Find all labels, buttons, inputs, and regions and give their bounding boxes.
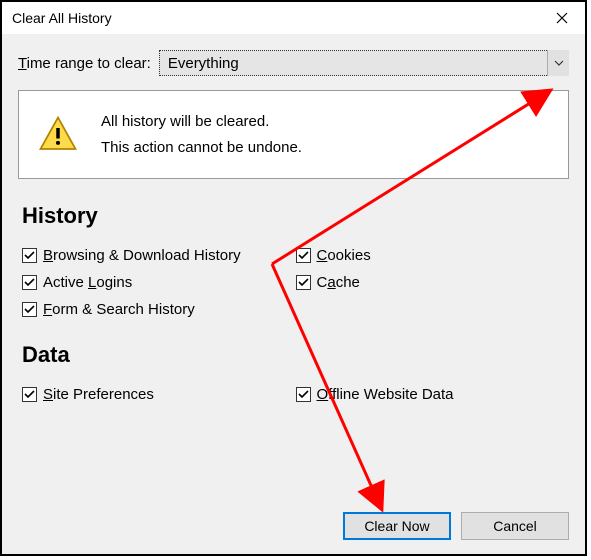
- checkbox-label: Browsing & Download History: [43, 247, 241, 264]
- warning-box: All history will be cleared. This action…: [18, 90, 569, 179]
- warning-icon: [37, 114, 79, 156]
- time-range-row: Time range to clear: Everything: [18, 50, 569, 76]
- checkbox-icon: [296, 275, 311, 290]
- checkbox-label: Form & Search History: [43, 301, 195, 318]
- close-button[interactable]: [539, 2, 585, 34]
- warning-line1: All history will be cleared.: [101, 109, 302, 135]
- history-grid: Browsing & Download History Cookies Acti…: [22, 247, 569, 318]
- checkbox-icon: [22, 387, 37, 402]
- checkbox-browsing-history[interactable]: Browsing & Download History: [22, 247, 296, 264]
- close-icon: [556, 12, 568, 24]
- time-range-select[interactable]: Everything: [159, 50, 569, 76]
- section-heading-history: History: [22, 203, 569, 229]
- checkbox-icon: [22, 275, 37, 290]
- cancel-button[interactable]: Cancel: [461, 512, 569, 540]
- checkbox-offline-website-data[interactable]: Offline Website Data: [296, 386, 570, 403]
- checkbox-icon: [296, 248, 311, 263]
- checkbox-icon: [22, 302, 37, 317]
- checkbox-label: Cookies: [317, 247, 371, 264]
- checkbox-icon: [296, 387, 311, 402]
- time-range-label: Time range to clear:: [18, 55, 151, 72]
- dialog-window: Clear All History Time range to clear: E…: [0, 0, 587, 556]
- data-grid: Site Preferences Offline Website Data: [22, 386, 569, 403]
- checkbox-site-preferences[interactable]: Site Preferences: [22, 386, 296, 403]
- checkbox-icon: [22, 248, 37, 263]
- checkbox-active-logins[interactable]: Active Logins: [22, 274, 296, 291]
- checkbox-cookies[interactable]: Cookies: [296, 247, 570, 264]
- warning-line2: This action cannot be undone.: [101, 135, 302, 161]
- titlebar: Clear All History: [2, 2, 585, 34]
- checkbox-label: Offline Website Data: [317, 386, 454, 403]
- checkbox-form-search-history[interactable]: Form & Search History: [22, 301, 296, 318]
- section-heading-data: Data: [22, 342, 569, 368]
- warning-text: All history will be cleared. This action…: [101, 109, 302, 160]
- checkbox-label: Site Preferences: [43, 386, 154, 403]
- checkbox-cache[interactable]: Cache: [296, 274, 570, 291]
- time-range-select-wrap: Everything: [159, 50, 569, 76]
- window-title: Clear All History: [12, 10, 112, 26]
- checkbox-label: Cache: [317, 274, 360, 291]
- checkbox-label: Active Logins: [43, 274, 132, 291]
- time-range-value: Everything: [168, 55, 239, 72]
- dialog-content: Time range to clear: Everything All hist…: [2, 34, 585, 433]
- button-row: Clear Now Cancel: [343, 512, 569, 540]
- clear-now-button[interactable]: Clear Now: [343, 512, 451, 540]
